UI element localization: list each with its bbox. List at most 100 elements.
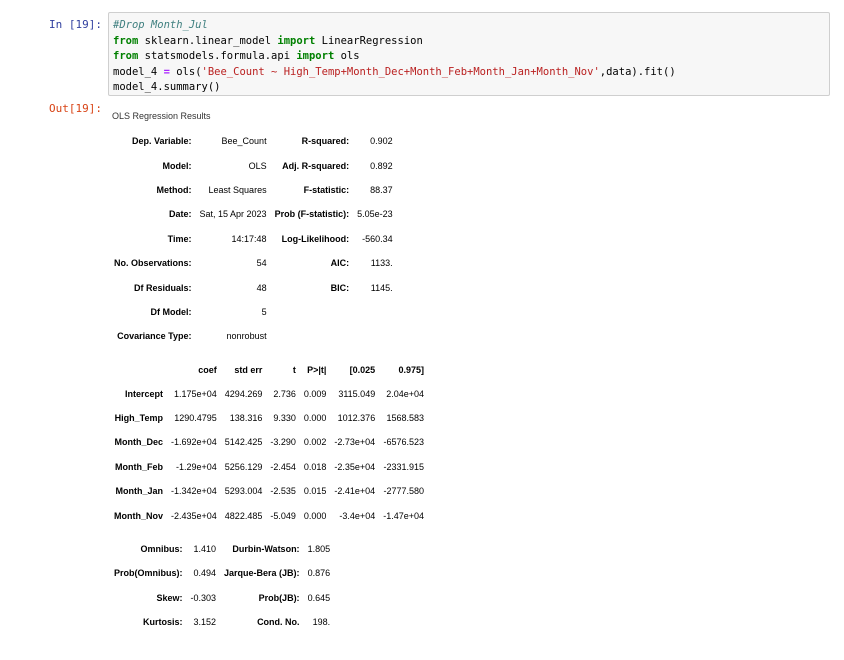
column-header: t: [292, 364, 296, 375]
stat-value: 1145.: [370, 282, 393, 293]
coef-value: -2.535: [270, 486, 296, 497]
stat-label: Adj. R-squared:: [282, 160, 350, 171]
diagnostics-row: Skew: -0.303 Prob(JB): 0.645: [110, 586, 334, 610]
coef-value: 1012.376: [337, 413, 376, 424]
stat-label: Model:: [162, 160, 192, 171]
model-info-row: No. Observations: 54 AIC: 1133.: [110, 251, 397, 275]
stat-value: 48: [256, 282, 267, 293]
coef-value: 5293.004: [224, 486, 263, 497]
coef-value: 4822.485: [224, 510, 263, 521]
keyword-import: import: [296, 50, 335, 62]
stat-value: Bee_Count: [221, 136, 267, 147]
stat-label: Jarque-Bera (JB):: [224, 568, 300, 579]
code-comment: #Drop Month_Jul: [113, 19, 208, 31]
keyword-from: from: [113, 50, 139, 62]
coef-value: 0.009: [303, 388, 327, 399]
column-header: [110, 358, 167, 382]
coef-value: -2.435e+04: [171, 510, 217, 521]
variable-name: Month_Nov: [114, 510, 163, 521]
stat-value: -0.303: [190, 592, 217, 603]
stat-label: Skew:: [156, 592, 183, 603]
coef-value: 1.175e+04: [174, 388, 217, 399]
stat-label: Df Residuals:: [134, 282, 192, 293]
keyword-from: from: [113, 34, 139, 47]
coef-row: High_Temp 1290.4795 138.316 9.330 0.000 1012.…: [110, 406, 428, 430]
stat-value: 0.892: [370, 160, 393, 171]
stat-label: F-statistic:: [303, 184, 350, 195]
stat-label: [271, 324, 354, 348]
coef-value: 5142.425: [224, 437, 263, 448]
column-header: [0.025: [349, 364, 376, 375]
stat-label: AIC:: [330, 258, 350, 269]
stat-value: 1.410: [193, 544, 217, 555]
coef-value: 4294.269: [224, 388, 263, 399]
coef-value: 0.000: [303, 413, 327, 424]
output-area: OLS Regression Results Dep. Variable: Bee…: [110, 105, 428, 643]
variable-name: High_Temp: [114, 413, 163, 424]
column-header: P>|t|: [307, 364, 327, 375]
coef-value: 1568.583: [386, 413, 424, 424]
coef-value: 0.015: [303, 486, 327, 497]
diagnostics-row: Prob(Omnibus): 0.494 Jarque-Bera (JB): 0.87…: [110, 561, 334, 585]
code-cell-editor[interactable]: #Drop Month_Jul from sklearn.linear_mode…: [108, 12, 830, 96]
coef-value: -2.35e+04: [334, 461, 376, 472]
assign-target: model_4: [113, 65, 164, 78]
coef-value: -2.73e+04: [334, 437, 376, 448]
coef-value: -1.47e+04: [383, 510, 424, 521]
code-line-2: from sklearn.linear_model import LinearR…: [113, 34, 829, 50]
coef-row: Month_Nov -2.435e+04 4822.485 -5.049 0.000 -3…: [110, 503, 428, 527]
stat-label: Durbin-Watson:: [232, 544, 300, 555]
stat-value: 0.902: [370, 136, 393, 147]
coef-value: -1.692e+04: [171, 437, 217, 448]
code-line-3: from statsmodels.formula.api import ols: [113, 49, 829, 65]
stat-value: [353, 300, 397, 324]
coefficients-table: coef std err t P>|t| [0.025 0.975] Intercept 1.…: [110, 358, 428, 528]
variable-name: Month_Dec: [114, 437, 163, 448]
stat-value: 1.805: [307, 544, 331, 555]
output-prompt: Out[19]:: [49, 102, 102, 115]
stat-label: Date:: [169, 209, 192, 220]
variable-name: Month_Jan: [115, 486, 163, 497]
coef-value: -2777.580: [383, 486, 424, 497]
coef-value: 2.04e+04: [386, 388, 424, 399]
coef-value: 138.316: [229, 413, 263, 424]
coef-value: 5256.129: [224, 461, 263, 472]
summary-caption: OLS Regression Results: [112, 111, 211, 121]
coef-value: 1290.4795: [174, 413, 217, 424]
coef-value: -3.4e+04: [339, 510, 376, 521]
stat-label: No. Observations:: [114, 258, 192, 269]
coef-value: -2.454: [270, 461, 296, 472]
stat-label: Prob(JB):: [258, 592, 300, 603]
stat-value: -560.34: [362, 233, 393, 244]
diagnostics-table: Omnibus: 1.410 Durbin-Watson: 1.805 Prob(Omn…: [110, 537, 334, 635]
stat-label: R-squared:: [301, 136, 350, 147]
coef-value: 0.000: [303, 510, 327, 521]
coef-value: -3.290: [270, 437, 296, 448]
stat-label: Df Model:: [150, 306, 192, 317]
code-line-4: model_4 = ols('Bee_Count ~ High_Temp+Mon…: [113, 65, 829, 81]
coef-row: Month_Jan -1.342e+04 5293.004 -2.535 0.015 -2…: [110, 479, 428, 503]
import-name: LinearRegression: [315, 34, 423, 47]
model-info-row: Model: OLS Adj. R-squared: 0.892: [110, 153, 397, 177]
formula-string: 'Bee_Count ~ High_Temp+Month_Dec+Month_F…: [201, 65, 600, 78]
model-info-table: Dep. Variable: Bee_Count R-squared: 0.902 Mo…: [110, 129, 397, 349]
stat-value: 5: [261, 306, 267, 317]
stat-label: Prob(Omnibus):: [114, 568, 183, 579]
stat-value: 198.: [312, 617, 331, 628]
stat-value: 5.05e-23: [357, 209, 393, 220]
coef-value: 0.002: [303, 437, 327, 448]
stat-value: [353, 324, 397, 348]
column-header: std err: [234, 364, 263, 375]
coef-row: Intercept 1.175e+04 4294.269 2.736 0.009 3115…: [110, 382, 428, 406]
stat-label: Dep. Variable:: [131, 136, 192, 147]
function-call: ols(: [169, 65, 202, 78]
stat-label: Time:: [167, 233, 192, 244]
module-name: statsmodels.formula.api: [138, 50, 297, 62]
stat-value: 54: [256, 258, 267, 269]
column-header: 0.975]: [398, 364, 424, 375]
stat-value: Sat, 15 Apr 2023: [199, 209, 267, 220]
diagnostics-row: Kurtosis: 3.152 Cond. No. 198.: [110, 610, 334, 634]
stat-value: 0.876: [307, 568, 331, 579]
stat-value: OLS: [248, 160, 267, 171]
stat-label: Omnibus:: [140, 544, 183, 555]
